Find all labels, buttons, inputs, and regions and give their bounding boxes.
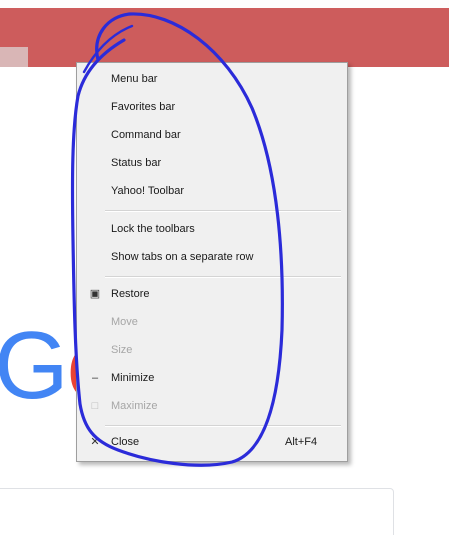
close-icon: ✕	[90, 436, 100, 448]
menu-item-status-bar[interactable]: Status bar	[77, 150, 347, 176]
menu-item-close[interactable]: ✕ Close Alt+F4	[77, 429, 347, 455]
restore-icon: ▣	[89, 288, 101, 300]
search-input[interactable]	[0, 488, 394, 535]
menu-item-show-tabs-separate-row[interactable]: Show tabs on a separate row	[77, 244, 347, 270]
menu-item-minimize[interactable]: – Minimize	[77, 365, 347, 391]
logo-letter-g: G	[0, 312, 69, 419]
minimize-icon: –	[91, 372, 99, 384]
menu-item-menu-bar[interactable]: Menu bar	[77, 66, 347, 92]
menu-item-label: Restore	[111, 288, 150, 300]
menu-item-label: Close	[111, 436, 140, 448]
menu-item-label: Status bar	[111, 157, 162, 169]
menu-item-label: Move	[111, 316, 138, 328]
menu-item-yahoo-toolbar[interactable]: Yahoo! Toolbar	[77, 178, 347, 204]
browser-window: Go Menu bar Favorites bar Command bar St…	[0, 0, 449, 535]
menu-item-move[interactable]: Move	[77, 309, 347, 335]
menu-item-favorites-bar[interactable]: Favorites bar	[77, 94, 347, 120]
menu-item-lock-toolbars[interactable]: Lock the toolbars	[77, 216, 347, 242]
close-shortcut: Alt+F4	[285, 436, 318, 448]
menu-item-label: Menu bar	[111, 73, 158, 85]
menu-item-label: Command bar	[111, 129, 181, 141]
menu-item-label: Favorites bar	[111, 101, 176, 113]
menu-item-label: Show tabs on a separate row	[111, 251, 254, 263]
menu-item-label: Maximize	[111, 400, 158, 412]
maximize-icon: □	[91, 400, 99, 412]
menu-separator	[105, 425, 341, 427]
menu-item-maximize[interactable]: □ Maximize	[77, 393, 347, 419]
menu-item-restore[interactable]: ▣ Restore	[77, 281, 347, 307]
menu-item-label: Minimize	[111, 372, 155, 384]
menu-separator	[105, 210, 341, 212]
window-context-menu: Menu bar Favorites bar Command bar Statu…	[76, 62, 348, 462]
menu-item-size[interactable]: Size	[77, 337, 347, 363]
menu-item-command-bar[interactable]: Command bar	[77, 122, 347, 148]
menu-item-label: Size	[111, 344, 133, 356]
title-bar[interactable]	[0, 8, 449, 67]
menu-item-label: Yahoo! Toolbar	[111, 185, 184, 197]
menu-item-label: Lock the toolbars	[111, 223, 195, 235]
menu-separator	[105, 276, 341, 278]
